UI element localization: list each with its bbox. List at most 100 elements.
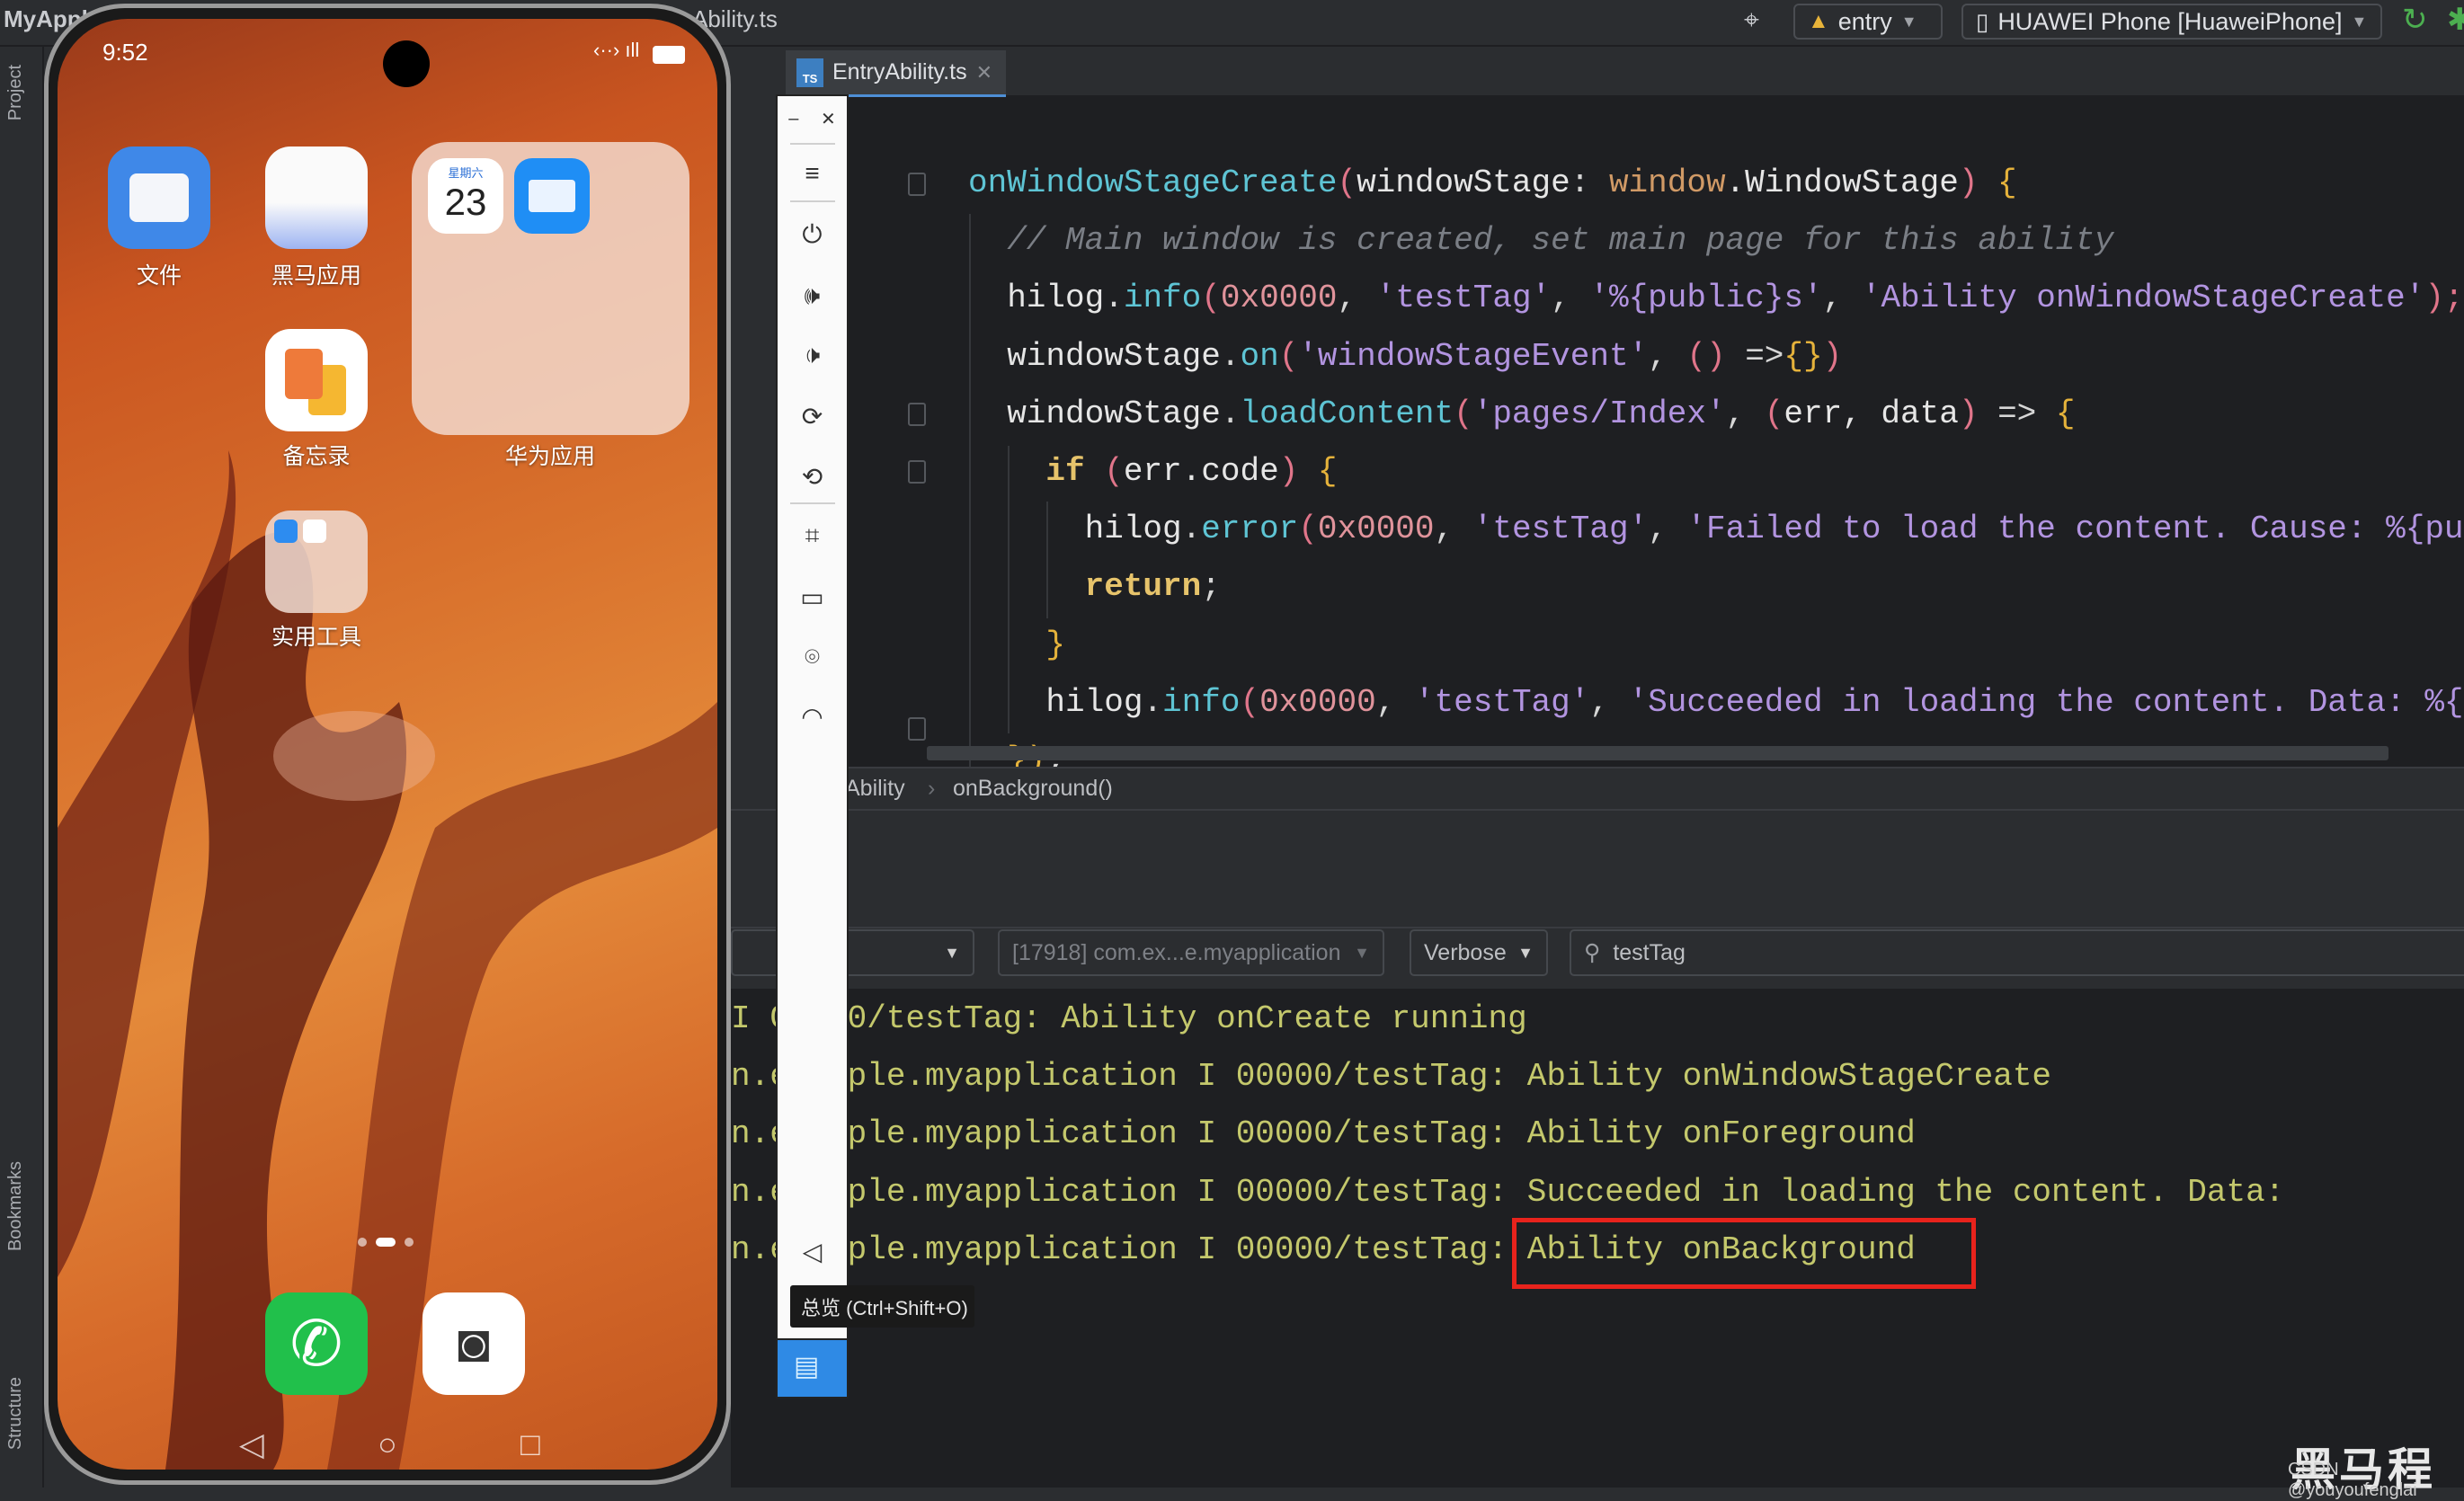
divider	[790, 200, 835, 202]
horizontal-scrollbar[interactable]	[927, 746, 2388, 760]
log-search-input[interactable]: ⚲ testTag	[1570, 929, 2464, 976]
breadcrumb-class[interactable]: Ability	[845, 776, 905, 802]
log-line: n.example.myapplication I 00000/testTag:…	[731, 1058, 2052, 1095]
fold-marker-icon[interactable]	[908, 403, 926, 426]
divider	[790, 143, 835, 145]
bookmarks-tool-button[interactable]: Bookmarks	[5, 1161, 26, 1251]
code-token: .	[1220, 395, 1241, 432]
nav-home-icon[interactable]: ○	[378, 1426, 397, 1463]
camera-hole	[383, 40, 430, 87]
debug-icon[interactable]: ✱	[2447, 2, 2464, 38]
phone-app-icon[interactable]: ✆	[265, 1292, 368, 1395]
status-time: 9:52	[102, 39, 148, 66]
code-token: err, data	[1784, 395, 1959, 432]
fold-marker-icon[interactable]	[908, 173, 926, 196]
code-token: onWindowStageCreate	[968, 164, 1338, 201]
process-filter-dropdown[interactable]: [17918] com.ex...e.myapplication ▼	[998, 929, 1384, 976]
rotate-back-icon[interactable]: ⟲	[778, 454, 847, 499]
code-editor[interactable]: onWindowStageCreate(windowStage: window.…	[778, 97, 2464, 767]
code-line: }	[968, 617, 1065, 674]
code-line: // Main window is created, set main page…	[968, 212, 2113, 270]
chevron-down-icon: ▼	[1517, 943, 1534, 962]
module-icon: ▲	[1808, 9, 1829, 33]
code-token: .	[1104, 280, 1124, 317]
nav-recents-icon[interactable]: □	[520, 1426, 540, 1463]
code-line: hilog.error(0x0000, 'testTag', 'Failed t…	[968, 501, 2464, 558]
project-tool-button[interactable]: Project	[5, 65, 26, 120]
code-token: windowStage	[968, 337, 1221, 375]
page-dot[interactable]	[405, 1238, 414, 1247]
code-token: 0x0000	[1259, 683, 1376, 721]
menu-icon[interactable]: ≡	[778, 151, 847, 196]
code-token: ,	[1822, 280, 1862, 317]
phone-screen[interactable]: 9:52 ‹··› ıll 文件 黑马应用 星期六 23 华为应用 备忘录 实用…	[58, 19, 717, 1470]
close-icon[interactable]: ✕	[976, 61, 992, 84]
overview-button[interactable]: ▤	[776, 1338, 849, 1399]
code-token: on	[1240, 337, 1279, 375]
code-token: 'testTag'	[1472, 511, 1649, 548]
location-icon[interactable]: ⌾	[778, 635, 847, 679]
code-token: return	[1084, 568, 1202, 606]
module-selector[interactable]: ▲ entry ▼	[1793, 4, 1943, 40]
folder-icon	[129, 173, 189, 222]
log-level-dropdown[interactable]: Verbose ▼	[1410, 929, 1548, 976]
log-level-label: Verbose	[1424, 939, 1507, 965]
watermark-credit: CSDN @youyoufenglai	[2288, 1460, 2417, 1500]
fold-marker-icon[interactable]	[908, 717, 926, 741]
battery-icon[interactable]: ▭	[778, 574, 847, 619]
code-token: (	[1201, 280, 1221, 317]
rotate-icon[interactable]: ⟳	[778, 394, 847, 439]
app-label: 备忘录	[282, 444, 351, 469]
volume-down-icon[interactable]: 🕩	[778, 333, 847, 377]
app-label: 文件	[136, 263, 182, 289]
code-token: ;	[1201, 568, 1221, 606]
target-icon[interactable]: ⌖	[1744, 5, 1759, 36]
code-token: );	[2424, 280, 2464, 317]
calendar-day: 23	[444, 181, 487, 223]
code-token: 'Ability onWindowStageCreate'	[1861, 280, 2425, 317]
fold-marker-icon[interactable]	[908, 460, 926, 484]
volume-up-icon[interactable]: 🕪	[778, 273, 847, 318]
code-token: 'testTag'	[1375, 280, 1552, 317]
device-filter-dropdown[interactable]: ▼	[731, 929, 974, 976]
code-token: )	[1958, 164, 1998, 201]
minimize-icon[interactable]: –	[788, 109, 798, 129]
heima-app-icon[interactable]	[265, 147, 368, 249]
tab-label: EntryAbility.ts	[832, 59, 967, 84]
breadcrumb-method[interactable]: onBackground()	[953, 776, 1113, 802]
code-token: loadContent	[1240, 395, 1454, 432]
close-icon[interactable]: ✕	[821, 108, 836, 130]
signal-icon: ‹··› ıll	[593, 39, 640, 61]
tab-entryability[interactable]: TS EntryAbility.ts ✕	[786, 50, 1006, 97]
tooltip: 总览 (Ctrl+Shift+O)	[790, 1285, 974, 1328]
wifi-icon[interactable]: ◠	[778, 694, 847, 739]
huawei-apps-folder[interactable]: 星期六 23	[412, 142, 689, 435]
log-toolbar: ▼ [17918] com.ex...e.myapplication ▼ Ver…	[731, 927, 2464, 977]
run-icon[interactable]: ↻	[2402, 2, 2428, 38]
memo-app-icon[interactable]	[265, 329, 368, 431]
code-token: (	[1764, 395, 1784, 432]
code-token: )	[1958, 395, 1998, 432]
files-app-icon[interactable]	[108, 147, 210, 249]
code-token: hilog	[968, 683, 1143, 721]
camera-app-icon[interactable]: ◙	[423, 1292, 525, 1395]
code-token: )	[1278, 453, 1318, 490]
power-icon[interactable]: ⏻	[778, 212, 847, 257]
screenshot-icon[interactable]: ⌗	[778, 513, 847, 558]
code-token: 0x0000	[1317, 511, 1435, 548]
phone-emulator[interactable]: 9:52 ‹··› ıll 文件 黑马应用 星期六 23 华为应用 备忘录 实用…	[44, 4, 731, 1485]
divider	[790, 502, 835, 504]
code-token: 'testTag'	[1414, 683, 1590, 721]
nav-back-icon[interactable]: ◁	[239, 1426, 264, 1463]
code-line: windowStage.on('windowStageEvent', () =>…	[968, 328, 1842, 386]
page-dot[interactable]	[358, 1238, 367, 1247]
log-line: n.example.myapplication I 00000/testTag:…	[731, 1174, 2285, 1211]
device-selector[interactable]: ▯ HUAWEI Phone [HuaweiPhone] ▼	[1961, 4, 2382, 40]
back-icon[interactable]: ◁	[778, 1229, 847, 1274]
code-line: hilog.info(0x0000, 'testTag', '%{public}…	[968, 270, 2464, 327]
tools-folder[interactable]	[265, 511, 368, 613]
structure-tool-button[interactable]: Structure	[5, 1377, 26, 1450]
code-token: 0x0000	[1220, 280, 1338, 317]
page-dot-active[interactable]	[376, 1238, 396, 1247]
